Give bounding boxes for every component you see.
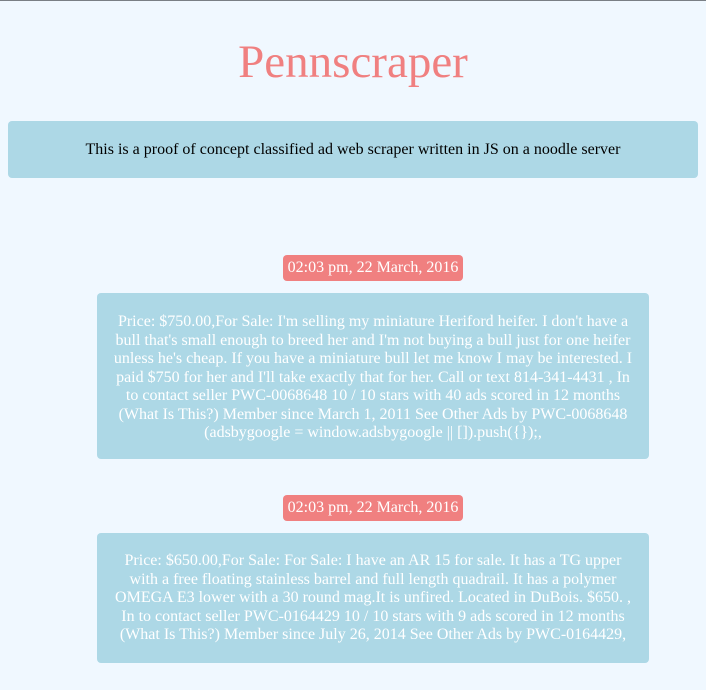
ad-timestamp: 02:03 pm, 22 March, 2016 (283, 495, 463, 521)
intro-text: This is a proof of concept classified ad… (85, 140, 621, 158)
ad-text: Price: $650.00,For Sale: For Sale: I hav… (115, 552, 631, 643)
ad-listing: Price: $650.00,For Sale: For Sale: I hav… (97, 533, 649, 663)
ad-text: Price: $750.00,For Sale: I'm selling my … (113, 313, 633, 441)
ad-listing: Price: $750.00,For Sale: I'm selling my … (97, 293, 649, 459)
page-title: Pennscraper (238, 36, 468, 88)
intro-banner: This is a proof of concept classified ad… (8, 121, 698, 178)
ad-timestamp: 02:03 pm, 22 March, 2016 (283, 255, 463, 281)
